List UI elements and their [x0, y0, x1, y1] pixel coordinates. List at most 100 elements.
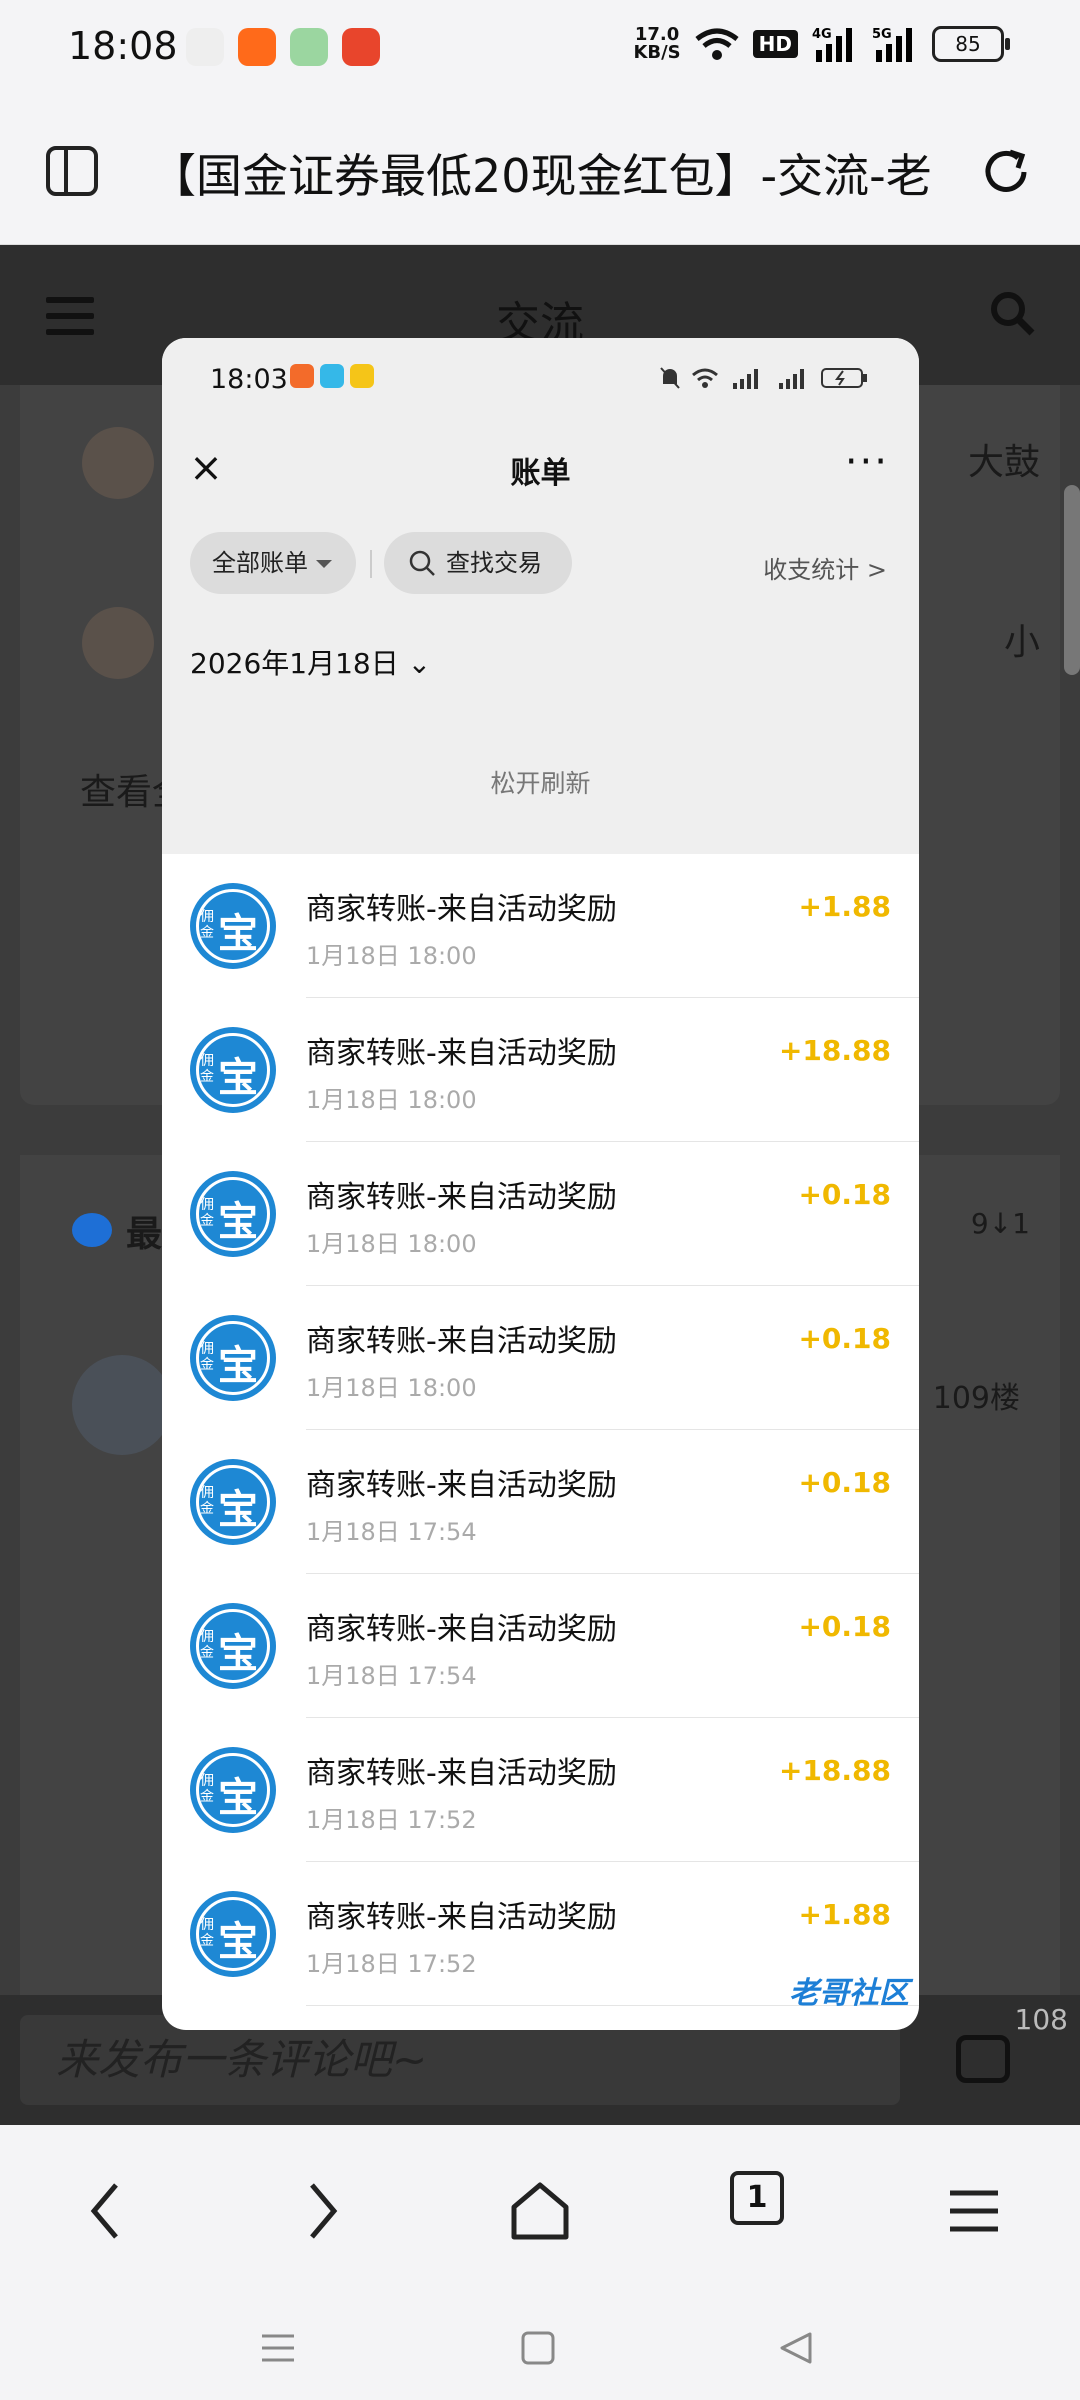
transaction-title: 商家转账-来自活动奖励 [306, 892, 617, 927]
logo-small-text: 佣金 [200, 1341, 214, 1373]
transaction-title: 商家转账-来自活动奖励 [306, 1756, 617, 1791]
bill-title: 账单 [510, 456, 571, 491]
more-icon[interactable]: ··· [845, 442, 889, 482]
transaction-time: 1月18日 18:00 [306, 942, 477, 970]
divider [370, 550, 372, 578]
scrollbar[interactable] [1064, 485, 1080, 675]
transaction-time: 1月18日 17:54 [306, 1518, 477, 1546]
notification-icons [186, 28, 380, 66]
search-icon[interactable] [988, 289, 1038, 339]
transaction-row[interactable]: 佣金宝商家转账-来自活动奖励 1月18日 18:00 +1.88 [162, 854, 919, 998]
status-bar: 18:08 17.0 KB/S HD 4G 5G 85 [0, 0, 1080, 100]
refresh-icon[interactable] [978, 144, 1034, 200]
transaction-time: 1月18日 17:52 [306, 1950, 477, 1978]
logo-text: 宝 [218, 1919, 258, 1965]
back-icon[interactable] [66, 2171, 146, 2251]
merchant-logo-icon: 佣金宝 [190, 1603, 276, 1689]
sort-icon[interactable]: 9↓1 [971, 1207, 1030, 1240]
transaction-title: 商家转账-来自活动奖励 [306, 1612, 617, 1647]
signal-4g-icon: 4G [812, 27, 852, 62]
transaction-amount: +0.18 [798, 1322, 891, 1355]
hd-icon: HD [752, 30, 798, 58]
back-nav-icon[interactable] [776, 2328, 816, 2368]
watermark-logo: 老哥社区 [789, 1976, 909, 2011]
chat-icon [72, 1213, 112, 1247]
battery-icon: 85 [932, 26, 1010, 62]
merchant-logo-icon: 佣金宝 [190, 1747, 276, 1833]
logo-small-text: 佣金 [200, 1917, 214, 1949]
home-nav-icon[interactable] [518, 2328, 558, 2368]
recents-icon[interactable] [258, 2330, 298, 2366]
date-selector[interactable]: 2026年1月18日 ⌄ [162, 612, 919, 712]
logo-small-text: 佣金 [200, 909, 214, 941]
tabs-button[interactable]: 1 [730, 2171, 784, 2225]
inner-status-time: 18:03 [210, 364, 288, 395]
logo-text: 宝 [218, 1199, 258, 1245]
bill-screenshot: 18:03 × 账单 ··· 全部账单 查找交易 收支统计 > 2026年1月1… [162, 338, 919, 2030]
comment-icon[interactable] [956, 2035, 1010, 2083]
transaction-row[interactable]: 佣金宝商家转账-来自活动奖励 1月18日 18:00 +0.18 [162, 1286, 919, 1430]
transaction-row[interactable]: 佣金宝 商家转账-来自活动奖励 1月18日 17:54 +0.18 [162, 1430, 919, 1574]
transaction-amount: +1.88 [798, 1898, 891, 1931]
app-icon [320, 364, 344, 388]
pull-refresh-hint: 松开刷新 [162, 712, 919, 854]
inner-status-right [659, 366, 869, 390]
section-title: 最 [126, 1214, 163, 1255]
transaction-amount: +0.18 [798, 1466, 891, 1499]
merchant-logo-icon: 佣金宝 [190, 883, 276, 969]
avatar[interactable] [82, 607, 154, 679]
system-nav [0, 2290, 1080, 2400]
bg-text: 大鼓 [967, 442, 1040, 483]
logo-small-text: 佣金 [200, 1053, 214, 1085]
logo-small-text: 佣金 [200, 1629, 214, 1661]
bill-nav: × 账单 ··· [162, 422, 919, 514]
release-text: 松开刷新 [490, 769, 591, 798]
stats-link[interactable]: 收支统计 > [763, 550, 887, 585]
transaction-row[interactable]: 佣金宝商家转账-来自活动奖励 1月18日 17:52 +18.88 [162, 1718, 919, 1862]
page-title[interactable]: 【国金证券最低20现金红包】-交流-老 [150, 140, 940, 206]
logo-text: 宝 [218, 1343, 258, 1389]
logo-small-text: 佣金 [200, 1197, 214, 1229]
transaction-row[interactable]: 佣金宝商家转账-来自活动奖励 1月18日 18:00 +18.88 [162, 998, 919, 1142]
avatar[interactable] [72, 1355, 172, 1455]
search-transaction-button[interactable]: 查找交易 [384, 532, 572, 594]
transaction-title: 商家转账-来自活动奖励 [306, 1180, 617, 1215]
logo-text: 宝 [218, 1631, 258, 1677]
logo-small-text: 佣金 [200, 1485, 214, 1517]
merchant-logo-icon: 佣金宝 [190, 1027, 276, 1113]
comment-count: 108 [1014, 2003, 1068, 2036]
bill-filter-bar: 全部账单 查找交易 收支统计 > [162, 514, 919, 613]
search-icon [409, 550, 435, 576]
logo-text: 宝 [218, 1775, 258, 1821]
floor-badge: 109楼 [932, 1381, 1020, 1416]
app-icon [342, 28, 380, 66]
transaction-amount: +18.88 [778, 1754, 891, 1787]
status-right: 17.0 KB/S HD 4G 5G 85 [633, 26, 1010, 63]
browser-toolbar: 【国金证券最低20现金红包】-交流-老 [0, 100, 1080, 245]
forward-icon[interactable] [282, 2171, 362, 2251]
merchant-logo-icon: 佣金宝 [190, 1891, 276, 1977]
transaction-row[interactable]: 佣金宝商家转账-来自活动奖励 1月18日 18:00 +0.18 [162, 1142, 919, 1286]
app-icon [238, 28, 276, 66]
transaction-title: 商家转账-来自活动奖励 [306, 1900, 617, 1935]
all-bills-dropdown[interactable]: 全部账单 [190, 532, 356, 594]
mute-icon [660, 367, 680, 389]
home-icon[interactable] [500, 2171, 580, 2251]
inner-status-bar: 18:03 [162, 338, 919, 422]
weibo-icon [350, 364, 374, 388]
transaction-row[interactable]: 佣金宝商家转账-来自活动奖励 1月18日 17:54 +0.18 [162, 1574, 919, 1718]
wifi-icon [692, 368, 718, 388]
transaction-time: 1月18日 17:52 [306, 1806, 477, 1834]
menu-icon[interactable] [934, 2171, 1014, 2251]
transaction-title: 商家转账-来自活动奖励 [306, 1468, 617, 1503]
search-transaction-label: 查找交易 [446, 549, 542, 577]
logo-text: 宝 [218, 1487, 258, 1533]
sidebar-toggle-icon[interactable] [46, 146, 98, 196]
merchant-logo-icon: 佣金宝 [190, 1315, 276, 1401]
net-speed-unit: KB/S [633, 42, 681, 63]
signal-icon [733, 369, 758, 389]
avatar[interactable] [82, 427, 154, 499]
transaction-amount: +0.18 [798, 1610, 891, 1643]
transaction-list: 佣金宝商家转账-来自活动奖励 1月18日 18:00 +1.88 佣金宝商家转账-来自… [162, 854, 919, 2006]
wifi-icon [695, 28, 739, 60]
